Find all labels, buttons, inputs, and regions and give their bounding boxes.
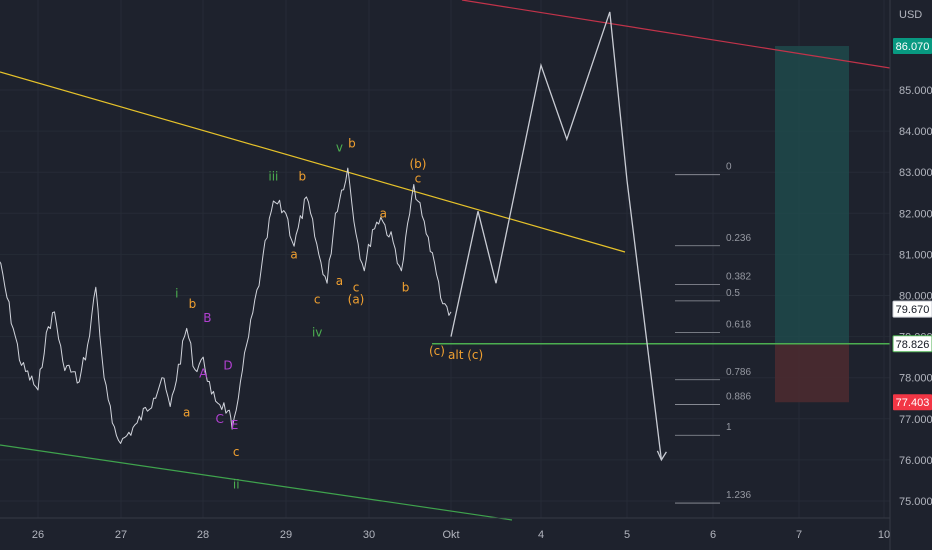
time-tick-label: 28 bbox=[197, 529, 209, 541]
wave-label: a bbox=[183, 406, 190, 420]
entry-badge: 78.826 bbox=[892, 335, 932, 353]
wave-label: B bbox=[203, 311, 211, 325]
wave-label: c bbox=[233, 445, 240, 459]
wave-label: iii bbox=[268, 169, 278, 183]
wave-label: c bbox=[314, 293, 321, 307]
wave-label: b bbox=[348, 137, 356, 151]
price-tick-label: 85.000 bbox=[899, 85, 932, 97]
time-tick-label: 30 bbox=[363, 529, 375, 541]
resistance-trendline[interactable] bbox=[461, 0, 891, 69]
fib-level-label: 0.618 bbox=[726, 319, 751, 330]
time-tick-label: 6 bbox=[710, 529, 716, 541]
projection-arrow-head bbox=[656, 450, 667, 462]
wave-label: ii bbox=[233, 478, 240, 492]
time-tick-label: 27 bbox=[115, 529, 127, 541]
time-tick-label: 4 bbox=[538, 529, 544, 541]
wave-label: C bbox=[216, 412, 224, 426]
loss-zone bbox=[775, 343, 849, 403]
profit-zone bbox=[775, 46, 849, 344]
wave-label: iv bbox=[312, 326, 322, 340]
price-tick-label: 78.000 bbox=[899, 373, 932, 385]
price-tick-label: 77.000 bbox=[899, 414, 932, 426]
wave-label: b bbox=[299, 169, 307, 183]
current-price-badge-label: 79.670 bbox=[896, 304, 930, 316]
time-tick-label: 5 bbox=[624, 529, 630, 541]
price-chart[interactable]: 00.2360.3820.50.6180.7860.88611.236 ibBA… bbox=[0, 0, 932, 550]
time-axis[interactable]: 26 27 28 29 30 Okt 4 5 6 7 10 bbox=[0, 517, 890, 541]
wave-label: A bbox=[199, 367, 208, 381]
wave-label: (a) bbox=[348, 293, 365, 307]
price-tick-label: 75.000 bbox=[899, 496, 932, 508]
fib-level-label: 1 bbox=[726, 422, 732, 433]
price-axis[interactable]: USD 75.00076.00077.00078.00079.00080.000… bbox=[889, 0, 932, 550]
price-tick-label: 83.000 bbox=[899, 167, 932, 179]
fib-level-label: 0.886 bbox=[726, 391, 751, 402]
fib-level-label: 0.5 bbox=[726, 288, 740, 299]
wave-label: a bbox=[336, 274, 343, 288]
stop-loss-badge: 77.403 bbox=[893, 394, 932, 411]
wave-label: v bbox=[336, 141, 343, 155]
time-tick-label: 10 bbox=[878, 529, 890, 541]
time-tick-label: 7 bbox=[796, 529, 802, 541]
fib-level-label: 0 bbox=[726, 162, 732, 173]
risk-reward-zones bbox=[775, 46, 849, 403]
take-profit-badge: 86.070 bbox=[893, 38, 932, 55]
projection-path bbox=[450, 11, 663, 460]
upper-trendline[interactable] bbox=[0, 71, 626, 253]
take-profit-badge-label: 86.070 bbox=[896, 41, 930, 53]
lower-trendline[interactable] bbox=[0, 444, 513, 521]
wave-label: a bbox=[380, 206, 387, 220]
time-tick-label: 29 bbox=[280, 529, 292, 541]
fib-level-label: 0.786 bbox=[726, 367, 751, 378]
price-series bbox=[0, 11, 667, 462]
wave-label: i bbox=[175, 287, 178, 301]
wave-label: D bbox=[223, 358, 232, 372]
wave-label: (c) bbox=[429, 344, 445, 358]
chart-grid bbox=[0, 0, 890, 518]
currency-label: USD bbox=[899, 9, 922, 21]
wave-label: a bbox=[290, 248, 297, 262]
entry-badge-label: 78.826 bbox=[896, 339, 930, 351]
wave-label: E bbox=[231, 418, 239, 432]
elliott-wave-labels: ibBADa C Eciiiii bav baa cc (a)iv(b)cb(c) bbox=[175, 137, 445, 492]
fib-level-label: 0.382 bbox=[726, 271, 751, 282]
time-tick-label: 26 bbox=[32, 529, 44, 541]
time-tick-label: Okt bbox=[442, 529, 459, 541]
alt-c-label: alt (c) bbox=[448, 348, 483, 362]
wave-label: c bbox=[415, 171, 422, 185]
current-price-badge: 79.670 bbox=[892, 300, 932, 318]
wave-label: (b) bbox=[409, 157, 426, 171]
fib-level-label: 0.236 bbox=[726, 233, 751, 244]
wave-label: b bbox=[189, 297, 197, 311]
price-tick-label: 81.000 bbox=[899, 249, 932, 261]
fib-level-label: 1.236 bbox=[726, 490, 751, 501]
trendlines[interactable] bbox=[0, 0, 891, 521]
stop-loss-badge-label: 77.403 bbox=[896, 397, 930, 409]
wave-label: b bbox=[402, 280, 410, 294]
price-tick-label: 84.000 bbox=[899, 126, 932, 138]
price-tick-label: 76.000 bbox=[899, 455, 932, 467]
price-tick-label: 82.000 bbox=[899, 208, 932, 220]
